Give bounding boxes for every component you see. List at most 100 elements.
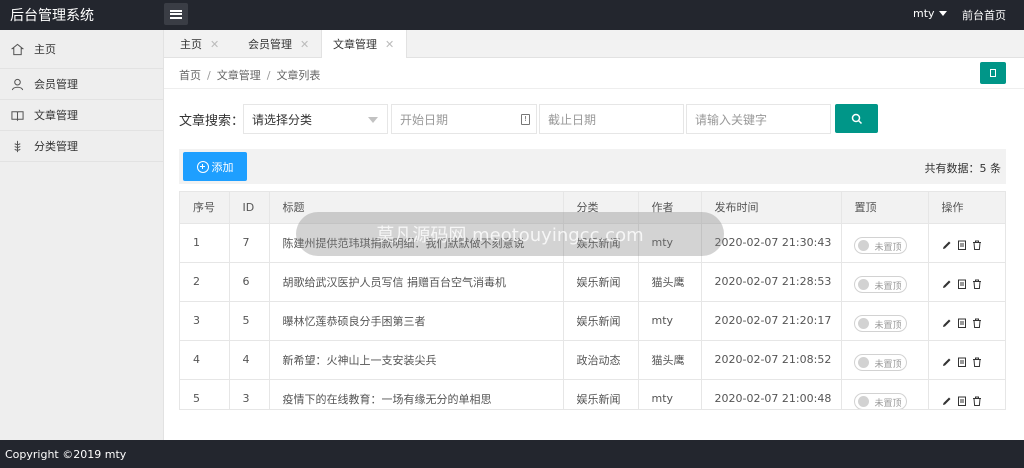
edit-icon[interactable] — [942, 396, 952, 406]
start-date-input[interactable]: 开始日期 ! — [391, 104, 537, 134]
table-row: 2 6 胡歌给武汉医护人员写信 捐赠百台空气消毒机 娱乐新闻 猫头鹰 2020-… — [180, 262, 1005, 302]
toggle-knob — [857, 356, 869, 368]
sidebar-item-categories[interactable]: 分类管理 — [0, 131, 163, 162]
detail-icon[interactable] — [957, 240, 967, 250]
calendar-icon: ! — [521, 114, 530, 125]
cell-no: 5 — [180, 379, 230, 409]
cell-title: 疫情下的在线教育：一场有缘无分的单相思 — [269, 379, 564, 409]
col-header-no: 序号 — [180, 192, 230, 224]
breadcrumb-item-articles[interactable]: 文章管理 — [217, 69, 261, 82]
cell-title: 新希望：火神山上一支安装尖兵 — [269, 340, 564, 380]
cell-id: 6 — [229, 262, 270, 302]
breadcrumb: 首页 / 文章管理 / 文章列表 — [179, 69, 321, 82]
cell-pin: 未置顶 — [841, 379, 929, 409]
edit-icon[interactable] — [942, 279, 952, 289]
detail-icon[interactable] — [957, 279, 967, 289]
edit-icon[interactable] — [942, 357, 952, 367]
cell-id: 5 — [229, 301, 270, 341]
edit-icon[interactable] — [942, 240, 952, 250]
cell-actions — [928, 301, 1005, 341]
sidebar-item-home[interactable]: 主页 — [0, 30, 163, 69]
cell-pin: 未置顶 — [841, 301, 929, 341]
end-date-placeholder: 截止日期 — [548, 112, 597, 127]
cell-category: 政治动态 — [563, 340, 639, 380]
cell-id: 3 — [229, 379, 270, 409]
menu-toggle-button[interactable] — [164, 3, 188, 25]
pin-toggle[interactable]: 未置顶 — [853, 392, 907, 409]
cell-pin: 未置顶 — [841, 262, 929, 302]
category-select-value: 请选择分类 — [252, 112, 313, 127]
cell-author: mty — [638, 301, 702, 341]
copyright-text: Copyright ©2019 mty — [5, 447, 127, 461]
refresh-button[interactable] — [980, 62, 1006, 84]
cell-title: 曝林忆莲恭硕良分手困第三者 — [269, 301, 564, 341]
cell-actions — [928, 340, 1005, 380]
tab-members[interactable]: 会员管理 ✕ — [248, 30, 309, 58]
close-icon[interactable]: ✕ — [210, 38, 219, 51]
cell-pin: 未置顶 — [841, 340, 929, 380]
cell-actions — [928, 262, 1005, 302]
add-circle-icon — [196, 160, 209, 173]
pin-toggle[interactable]: 未置顶 — [853, 314, 907, 332]
cell-time: 2020-02-07 21:08:52 — [701, 340, 842, 380]
sidebar-item-label: 文章管理 — [34, 109, 78, 122]
delete-icon[interactable] — [972, 396, 982, 406]
toggle-knob — [857, 278, 869, 290]
cell-no: 2 — [180, 262, 230, 302]
search-label: 文章搜索： — [179, 114, 245, 129]
book-icon — [11, 109, 24, 122]
detail-icon[interactable] — [957, 396, 967, 406]
pin-toggle[interactable]: 未置顶 — [853, 353, 907, 371]
cell-no: 3 — [180, 301, 230, 341]
toggle-knob — [857, 239, 869, 251]
table-row: 3 5 曝林忆莲恭硕良分手困第三者 娱乐新闻 mty 2020-02-07 21… — [180, 301, 1005, 341]
col-header-actions: 操作 — [928, 192, 1005, 224]
pin-toggle[interactable]: 未置顶 — [853, 236, 907, 254]
end-date-input[interactable]: 截止日期 — [539, 104, 684, 134]
table-row: 5 3 疫情下的在线教育：一场有缘无分的单相思 娱乐新闻 mty 2020-02… — [180, 379, 1005, 409]
close-icon[interactable]: ✕ — [385, 38, 394, 51]
caret-down-icon — [938, 11, 947, 16]
tab-label: 主页 — [180, 38, 202, 51]
refresh-icon — [990, 69, 996, 77]
divider — [164, 88, 1024, 89]
tab-home[interactable]: 主页 ✕ — [180, 30, 219, 58]
breadcrumb-item-current: 文章列表 — [276, 69, 321, 82]
pin-toggle[interactable]: 未置顶 — [853, 275, 907, 293]
user-icon — [11, 78, 24, 91]
detail-icon[interactable] — [957, 318, 967, 328]
cell-category: 娱乐新闻 — [563, 262, 639, 302]
keyword-input[interactable]: 请输入关键字 — [686, 104, 831, 134]
cell-author: mty — [638, 379, 702, 409]
sidebar-item-members[interactable]: 会员管理 — [0, 69, 163, 100]
pin-toggle-label: 未置顶 — [874, 242, 902, 253]
col-header-time: 发布时间 — [701, 192, 842, 224]
close-icon[interactable]: ✕ — [300, 38, 309, 51]
cell-time: 2020-02-07 21:28:53 — [701, 262, 842, 302]
category-select[interactable]: 请选择分类 — [243, 104, 388, 134]
app-title: 后台管理系统 — [10, 8, 94, 24]
frontend-home-link[interactable]: 前台首页 — [962, 7, 1006, 23]
delete-icon[interactable] — [972, 240, 982, 250]
delete-icon[interactable] — [972, 318, 982, 328]
detail-icon[interactable] — [957, 357, 967, 367]
delete-icon[interactable] — [972, 357, 982, 367]
home-icon — [11, 43, 24, 56]
cell-author: 猫头鹰 — [638, 340, 702, 380]
pin-toggle-label: 未置顶 — [874, 320, 902, 331]
search-button[interactable] — [835, 104, 878, 133]
sidebar-item-label: 分类管理 — [34, 140, 78, 153]
sidebar-item-articles[interactable]: 文章管理 — [0, 100, 163, 131]
edit-icon[interactable] — [942, 318, 952, 328]
add-button[interactable]: 添加 — [183, 152, 247, 181]
cell-category: 娱乐新闻 — [563, 301, 639, 341]
delete-icon[interactable] — [972, 279, 982, 289]
breadcrumb-item-home[interactable]: 首页 — [179, 69, 201, 82]
user-menu[interactable]: mty — [913, 7, 947, 20]
footer: Copyright ©2019 mty — [0, 440, 1024, 468]
keyword-placeholder: 请输入关键字 — [695, 112, 768, 127]
tab-articles[interactable]: 文章管理 ✕ — [321, 30, 407, 58]
cell-actions — [928, 379, 1005, 409]
cell-no: 4 — [180, 340, 230, 380]
cell-no: 1 — [180, 223, 230, 263]
